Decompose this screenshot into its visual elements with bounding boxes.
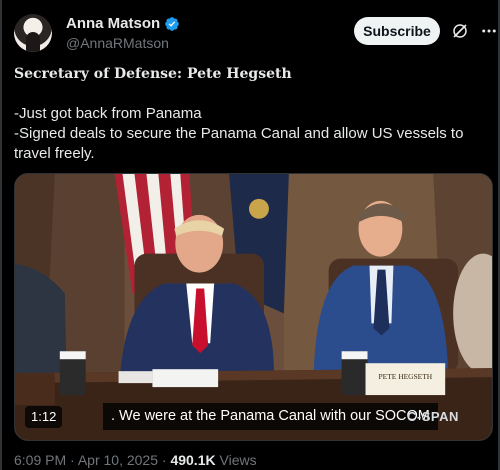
author-name-row[interactable]: Anna Matson [66, 15, 180, 32]
subscribe-button[interactable]: Subscribe [354, 17, 440, 45]
cspan-logo: C-SPAN [407, 409, 459, 424]
separator: · [70, 452, 75, 468]
grok-icon[interactable] [451, 22, 469, 40]
video-frame[interactable]: PETE HEGSETH [15, 174, 492, 441]
separator: · [161, 452, 167, 468]
tweet-line: -Signed deals to secure the Panama Canal… [14, 125, 464, 162]
views-count: 490.1K [170, 452, 216, 468]
views-label: Views [219, 452, 257, 468]
tweet-text: Secretary of Defense: Pete Hegseth -Just… [14, 64, 490, 164]
verified-badge-icon [165, 16, 180, 31]
nameplate-text: PETE HEGSETH [379, 372, 433, 381]
tweet-date[interactable]: Apr 10, 2025 [78, 452, 158, 468]
tweet-line: -Just got back from Panama [14, 105, 202, 122]
tweet-meta: 6:09 PM · Apr 10, 2025 · 490.1K Views [14, 452, 257, 468]
video-player[interactable]: PETE HEGSETH 1:12 . We were at the Panam… [14, 173, 493, 441]
tweet-header: Anna Matson @AnnaRMatson Subscribe [14, 14, 496, 54]
more-icon[interactable] [480, 22, 498, 40]
author-name[interactable]: Anna Matson [66, 15, 160, 32]
author-handle[interactable]: @AnnaRMatson [66, 35, 169, 51]
tweet-card: Anna Matson @AnnaRMatson Subscribe Secre… [0, 0, 500, 470]
tweet-title: Secretary of Defense: Pete Hegseth [14, 66, 292, 82]
tweet-time[interactable]: 6:09 PM [14, 452, 66, 468]
video-timecode: 1:12 [25, 406, 63, 428]
avatar[interactable] [14, 14, 52, 52]
video-caption: . We were at the Panama Canal with our S… [103, 403, 438, 430]
